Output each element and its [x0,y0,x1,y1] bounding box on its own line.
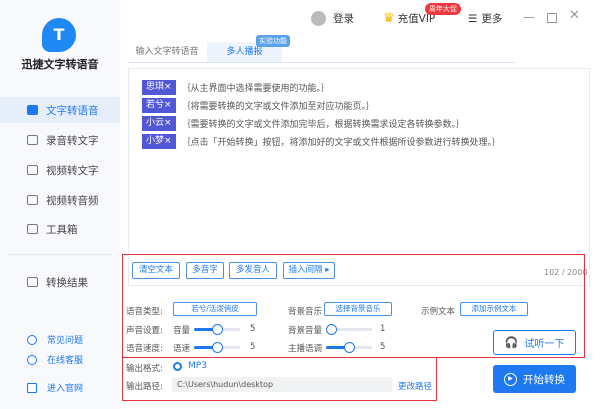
tab-text-input[interactable]: 输入文字转语音 [127,42,207,62]
sound-label: 声音设置: [126,326,163,336]
sidebar-item-label: 录音转文字 [46,134,99,147]
video-audio-icon [27,195,38,205]
online-service-link[interactable]: 在线客服 [27,353,83,366]
bg-volume-label: 背景音量 [288,326,323,336]
voice-type-label: 语音类型: [126,307,163,317]
sidebar-item-text-to-speech[interactable]: 文字转语音 [0,97,120,123]
menu-icon: ☰ [468,12,478,25]
speaker-tag[interactable]: 若兮× [142,98,176,113]
path-label: 输出路径: [126,382,163,392]
start-label: 开始转换 [523,373,565,386]
service-label: 在线客服 [47,356,84,366]
sidebar: T 迅捷文字转语音 文字转语音 录音转文字 视频转文字 视频转音频 工具箱 转换… [0,0,120,409]
app-name: 迅捷文字转语音 [21,58,99,71]
start-convert-button[interactable]: ▶ 开始转换 [493,365,576,393]
sidebar-item-label: 工具箱 [46,223,78,236]
line-text: ｛将需要转换的文字或文件添加至对应功能页。｝ [181,102,376,112]
speaker-line: 思琪× ｛从主界面中选择需要使用的功能。｝ [142,80,330,95]
volume-value: 5 [250,324,256,334]
speed-slider[interactable] [194,342,240,353]
output-path-field[interactable]: C:\Users\hudun\desktop [172,377,392,392]
voice-type-select[interactable]: 若兮/活泼俏皮 [173,302,257,316]
volume-label: 音量 [173,326,191,336]
line-text: ｛点击「开始转换」按钮，将添加好的文字或文件根据所设参数进行转换处理。｝ [181,138,502,148]
volume-slider[interactable] [194,324,240,335]
headphones-icon: 🎧 [504,336,519,349]
bg-volume-value: 1 [380,324,386,334]
speaker-tag[interactable]: 小云× [142,116,176,131]
promo-badge: 周年大促 [425,3,461,15]
close-button[interactable]: ✕ [569,8,580,23]
app-logo: T [42,18,76,52]
more-label: 更多 [481,13,503,25]
slider-knob[interactable] [344,342,355,353]
record-icon [27,135,38,145]
sidebar-item-label: 视频转文字 [46,164,99,177]
bgm-label: 背景音乐 [288,307,323,317]
sidebar-item-label: 转换结果 [46,276,88,289]
change-path-link[interactable]: 更改路径 [398,380,432,392]
mp3-radio[interactable] [173,362,182,371]
tab-underline [127,62,516,63]
sample-label: 示例文本 [421,307,456,317]
sidebar-item-label: 视频转音频 [46,194,99,207]
slider-knob[interactable] [212,324,223,335]
line-text: ｛需要转换的文字或文件添加完毕后，根据转换需求设定各转换参数。｝ [181,120,466,130]
login-button[interactable]: 登录 [311,11,354,26]
faq-link[interactable]: 常见问题 [27,333,83,346]
sidebar-item-label: 文字转语音 [46,104,99,117]
sidebar-item-record-to-text[interactable]: 录音转文字 [0,127,120,153]
slider-knob[interactable] [212,342,223,353]
bg-volume-slider[interactable] [325,324,372,335]
sidebar-item-video-to-audio[interactable]: 视频转音频 [0,187,120,213]
add-sample-button[interactable]: 添加示例文本 [460,302,528,316]
pitch-value: 5 [380,342,386,352]
play-icon: ▶ [504,372,517,386]
toolbox-icon [27,224,38,234]
monitor-icon [27,382,37,393]
sidebar-item-video-to-text[interactable]: 视频转文字 [0,157,120,183]
website-label: 进入官网 [47,384,84,394]
divider [8,254,112,255]
speaker-line: 若兮× ｛将需要转换的文字或文件添加至对应功能页。｝ [142,98,375,113]
speaker-tag[interactable]: 思琪× [142,80,176,95]
speed-value: 5 [250,342,256,352]
login-label: 登录 [333,13,354,25]
faq-label: 常见问题 [47,336,84,346]
website-link[interactable]: 进入官网 [27,381,83,394]
line-text: ｛从主界面中选择需要使用的功能。｝ [181,84,331,94]
speaker-line: 小云× ｛需要转换的文字或文件添加完毕后，根据转换需求设定各转换参数。｝ [142,116,465,131]
speed-group-label: 语音速度: [126,344,163,354]
speaker-tag[interactable]: 小梦× [142,134,176,149]
experimental-badge: 实验功能 [256,35,290,47]
headset-icon [27,354,37,365]
minimize-button[interactable]: — [523,10,535,24]
speed-label: 语速 [173,344,191,354]
avatar-icon [311,11,326,26]
sidebar-item-results[interactable]: 转换结果 [0,269,120,295]
results-icon [27,277,38,287]
more-menu[interactable]: ☰ 更多 [468,11,502,26]
maximize-button[interactable] [547,13,557,23]
question-icon [27,334,37,345]
pitch-slider[interactable] [326,342,372,353]
text-speech-icon [27,105,38,115]
listen-button[interactable]: 🎧 试听一下 [493,330,576,355]
format-value: MP3 [188,361,207,371]
crown-icon: ♛ [383,11,395,26]
sidebar-item-toolbox[interactable]: 工具箱 [0,216,120,242]
pitch-label: 主播语调 [288,344,323,354]
format-label: 输出格式: [126,364,163,374]
video-icon [27,165,38,175]
speaker-line: 小梦× ｛点击「开始转换」按钮，将添加好的文字或文件根据所设参数进行转换处理。｝ [142,134,501,149]
slider-knob[interactable] [325,324,337,335]
listen-label: 试听一下 [524,339,565,350]
select-bgm-button[interactable]: 选择背景音乐 [324,302,392,316]
